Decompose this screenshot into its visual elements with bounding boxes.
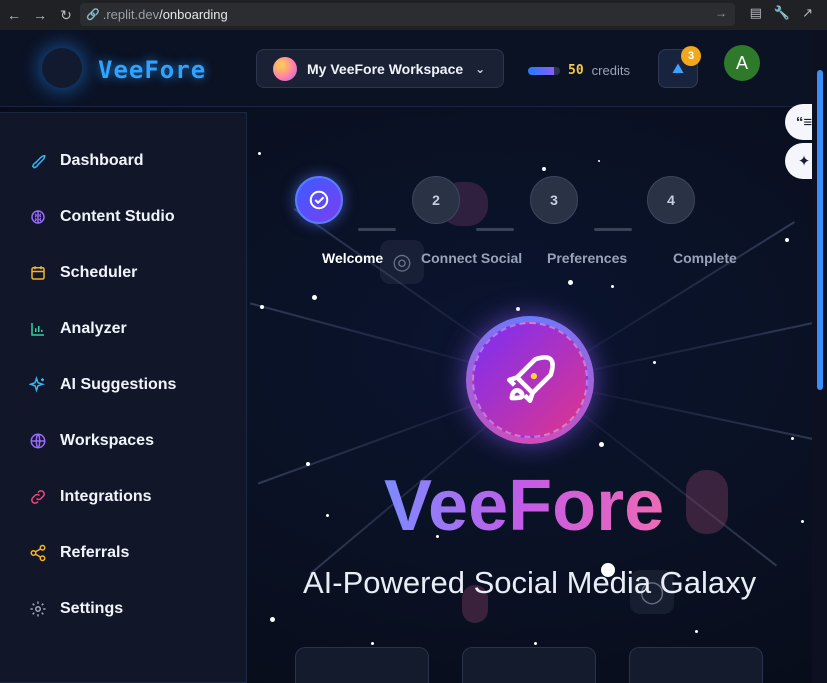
sidebar-item-label: AI Suggestions [60,376,177,393]
credits-progress-bar [528,66,560,75]
brand-name[interactable]: VeeFore [98,56,206,84]
satellite-icon: ⛰ [672,60,684,76]
credits-value: 50 [568,63,584,78]
sidebar-item-label: Integrations [60,488,152,505]
sidebar-item-label: Workspaces [60,432,154,449]
hero-rocket-badge [466,316,594,444]
page-scrollbar[interactable] [812,30,827,683]
wrench-icon[interactable]: 🔧 [774,5,790,21]
top-navigation-bar: VeeFore My VeeFore Workspace ⌄ 50 credit… [0,30,812,107]
external-link-icon[interactable]: ↗ [802,5,813,21]
workspace-selector[interactable]: My VeeFore Workspace ⌄ [256,49,504,88]
step-connector [594,228,632,231]
bar-chart-icon [28,319,48,339]
credits-progress-fill [528,66,554,75]
sidebar-item-analyzer[interactable]: Analyzer [28,319,127,339]
back-icon[interactable]: ← [2,3,26,27]
step-connector [358,228,396,231]
step-label-preferences: Preferences [547,250,628,266]
sidebar-item-scheduler[interactable]: Scheduler [28,263,137,283]
step-label-connect-social: Connect Social [421,250,523,266]
check-circle-icon [309,190,329,210]
sidebar-item-label: Settings [60,600,124,617]
forward-icon[interactable]: → [28,3,52,27]
step-2-circle[interactable]: 2 [412,176,460,224]
sidebar-item-label: Scheduler [60,264,138,281]
sidebar-item-ai-suggestions[interactable]: AI Suggestions [28,375,176,395]
sidebar-item-label: Analyzer [60,320,127,337]
workspace-avatar [273,56,297,81]
rocket-icon [28,151,48,171]
step-label-welcome: Welcome [322,250,384,266]
sidebar-item-settings[interactable]: Settings [28,599,123,619]
sidebar-item-integrations[interactable]: Integrations [28,487,152,507]
step-label-complete: Complete [673,250,737,266]
user-avatar[interactable]: A [724,45,760,81]
gear-icon [28,599,48,619]
rocket-icon [507,355,555,403]
monitor-icon[interactable]: ▤ [750,5,762,21]
go-arrow-icon[interactable]: → [715,6,727,20]
step-connector [476,228,514,231]
reload-icon[interactable]: ↻ [54,3,78,27]
feature-card[interactable] [629,647,763,683]
sidebar-item-dashboard[interactable]: Dashboard [28,151,144,171]
sidebar-item-content-studio[interactable]: Content Studio [28,207,175,227]
notification-badge: 3 [681,46,701,66]
address-bar[interactable]: 🔗 .replit.dev/onboarding → [80,3,735,26]
logo-icon[interactable] [42,48,82,88]
url-path: /onboarding [159,7,228,22]
hero-title: VeeFore [384,466,665,546]
url-host: .replit.dev [102,7,160,22]
workspace-label: My VeeFore Workspace [307,60,464,77]
target-icon: ◎ [380,240,424,284]
quote-icon: “≡ [795,113,813,131]
credits-indicator[interactable]: 50 credits [528,63,630,78]
sidebar-item-label: Referrals [60,544,130,561]
sidebar-item-referrals[interactable]: Referrals [28,543,129,563]
step-4-circle[interactable]: 4 [647,176,695,224]
link-icon: 🔗 [86,9,100,21]
link-icon [28,487,48,507]
step-3-circle[interactable]: 3 [530,176,578,224]
sidebar: Dashboard Content Studio Scheduler Analy… [0,112,247,683]
share-icon [28,543,48,563]
scrollbar-thumb[interactable] [817,70,823,390]
step-1-circle[interactable] [295,176,343,224]
brain-icon [28,207,48,227]
sidebar-item-workspaces[interactable]: Workspaces [28,431,154,451]
sidebar-item-label: Content Studio [60,208,175,225]
browser-toolbar: ← → ↻ 🔗 .replit.dev/onboarding → ▤ 🔧 ↗ [0,0,827,30]
globe-icon [28,431,48,451]
credits-label: credits [591,63,630,78]
sparkles-icon: ✦ [797,153,811,170]
hero-subtitle: AI-Powered Social Media Galaxy [303,565,757,600]
sidebar-item-label: Dashboard [60,152,144,169]
chevron-down-icon: ⌄ [475,61,486,76]
calendar-icon [28,263,48,283]
feature-card[interactable] [462,647,596,683]
sparkles-icon [28,375,48,395]
app-viewport: VeeFore My VeeFore Workspace ⌄ 50 credit… [0,30,812,683]
decorative-bubble [686,470,728,534]
feature-card[interactable] [295,647,429,683]
